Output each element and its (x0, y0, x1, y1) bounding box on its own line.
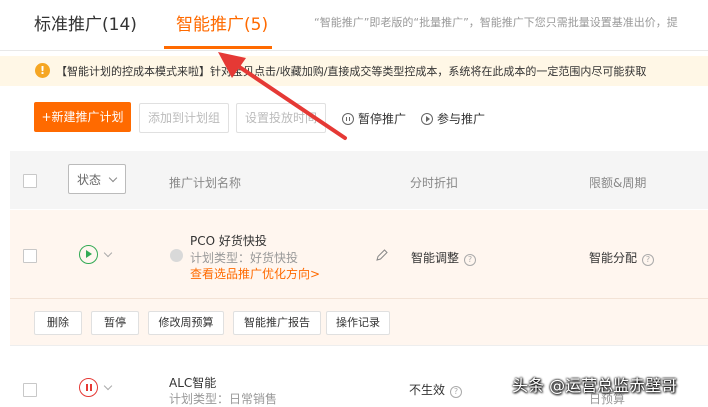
plan-type-icon (170, 249, 183, 262)
limit-cycle-value: 智能分配 (589, 251, 638, 265)
running-status-icon[interactable] (79, 245, 98, 264)
column-plan-name: 推广计划名称 (169, 176, 242, 190)
row-checkbox[interactable] (23, 383, 37, 397)
join-plan-button[interactable]: 参与推广 (421, 110, 485, 127)
plan-name[interactable]: PCO 好货快投 (190, 232, 267, 249)
row-checkbox[interactable] (23, 249, 37, 263)
pause-plan-button[interactable]: 暂停推广 (342, 110, 406, 127)
join-label: 参与推广 (437, 112, 486, 126)
edit-icon[interactable] (375, 248, 389, 262)
column-limit-cycle: 限额&周期 (589, 176, 647, 190)
add-to-group-button[interactable]: 添加到计划组 (139, 103, 229, 133)
smart-report-button[interactable]: 智能推广报告 (233, 311, 321, 335)
chevron-down-icon (108, 173, 118, 183)
pause-icon (342, 113, 354, 125)
help-icon[interactable]: ? (450, 386, 463, 398)
optimization-link[interactable]: 查看选品推广优化方向> (190, 265, 320, 282)
status-filter-select[interactable]: 状态 (68, 164, 126, 194)
help-icon[interactable]: ? (464, 254, 477, 266)
warning-icon: ! (35, 63, 50, 78)
tab-bar: 标准推广(14) 智能推广(5) “智能推广”即老版的“批量推广”，智能推广下您… (0, 0, 708, 51)
play-icon (421, 113, 433, 125)
column-time-discount: 分时折扣 (410, 176, 459, 190)
help-icon[interactable]: ? (642, 254, 655, 266)
time-discount-cell: 智能调整? (411, 249, 477, 266)
tab-standard[interactable]: 标准推广(14) (34, 10, 137, 35)
select-all-checkbox[interactable] (23, 174, 37, 188)
pause-label: 暂停推广 (358, 112, 407, 126)
plan-name[interactable]: ALC智能 (169, 374, 216, 391)
tab-smart[interactable]: 智能推广(5) (176, 10, 268, 35)
operation-log-button[interactable]: 操作记录 (326, 311, 390, 335)
time-discount-cell: 不生效? (409, 381, 463, 398)
active-tab-underline (164, 46, 272, 49)
delete-button[interactable]: 删除 (34, 311, 82, 335)
plan-type: 计划类型：好货快投 (190, 251, 299, 265)
edit-weekly-budget-button[interactable]: 修改周预算 (148, 311, 224, 335)
notice-text: 【智能计划的控成本模式来啦】针对宝贝点击/收藏加购/直接成交等类型控成本，系统将… (56, 65, 647, 78)
new-plan-button[interactable]: +新建推广计划 (34, 102, 131, 132)
limit-cycle-cell: 智能分配? (589, 249, 655, 266)
time-discount-value: 智能调整 (411, 251, 460, 265)
notice-bar: ! 【智能计划的控成本模式来啦】针对宝贝点击/收藏加购/直接成交等类型控成本，系… (0, 56, 708, 86)
time-discount-value: 不生效 (409, 383, 446, 397)
status-filter-label: 状态 (77, 173, 102, 187)
plan-type: 计划类型：日常销售 (169, 392, 278, 406)
tab-description: “智能推广”即老版的“批量推广”，智能推广下您只需批量设置基准出价，提 (314, 16, 678, 29)
watermark: 头条 @运营总监赤壁哥 (512, 376, 678, 395)
paused-status-icon[interactable] (79, 378, 98, 397)
set-time-button[interactable]: 设置投放时间 (236, 103, 326, 133)
pause-button[interactable]: 暂停 (91, 311, 139, 335)
